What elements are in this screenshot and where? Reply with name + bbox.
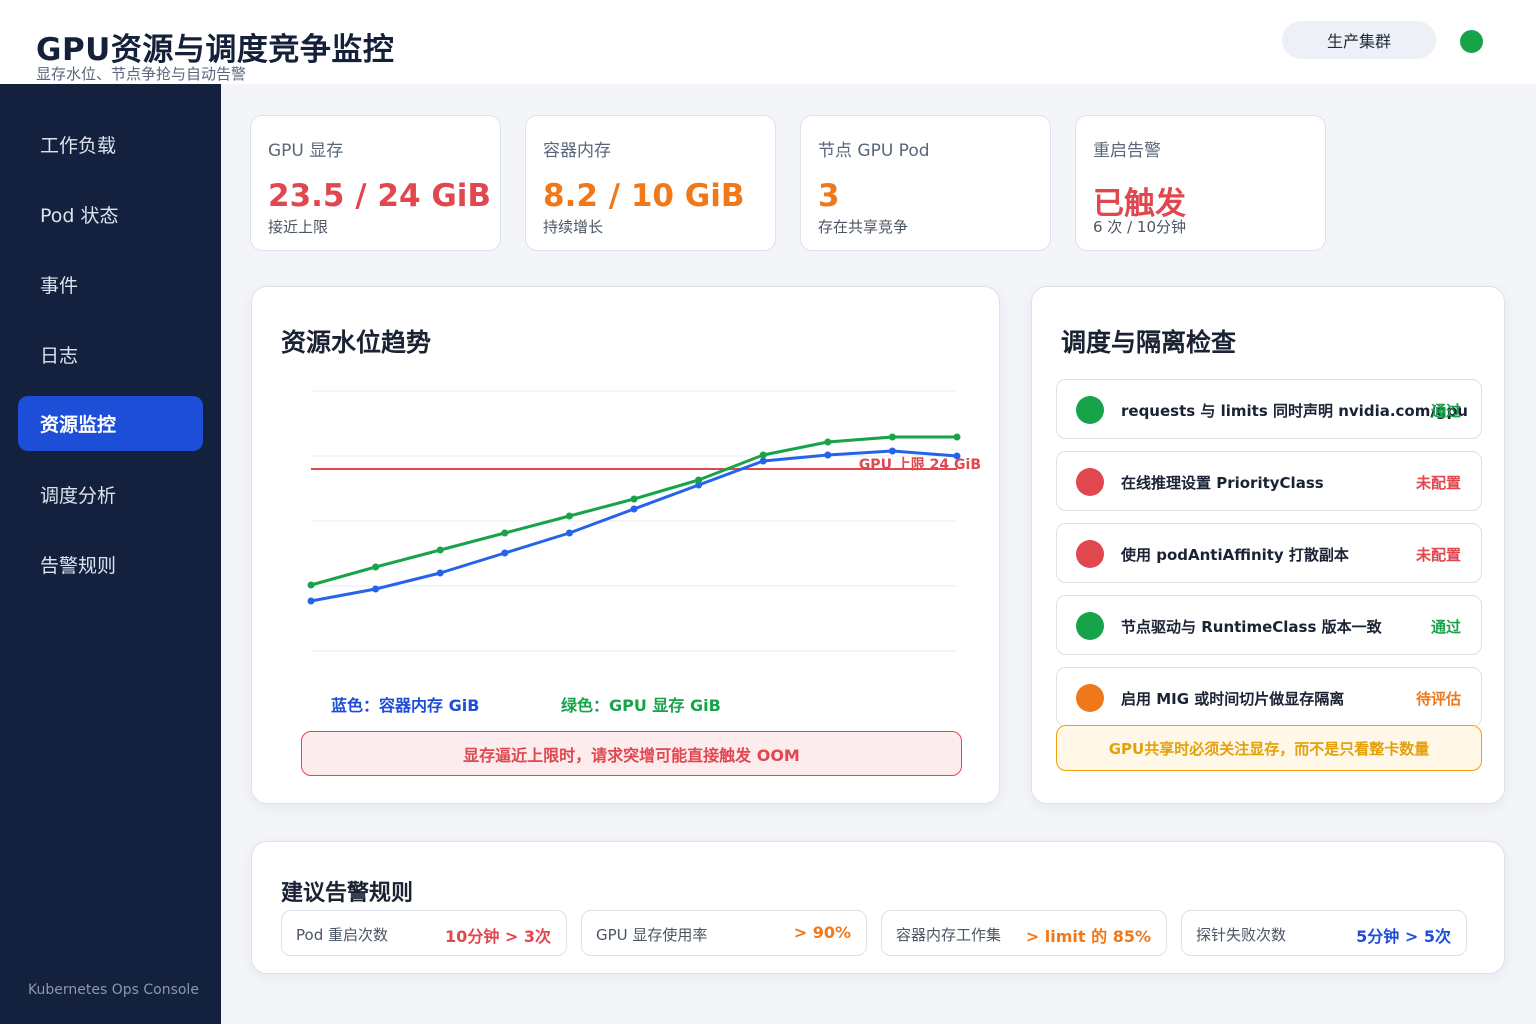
sidebar-item-logs[interactable]: 日志 [18, 327, 203, 382]
top-bar: GPU资源与调度竞争监控 显存水位、节点争抢与自动告警 生产集群 [0, 0, 1536, 84]
kpi-card-restart-alert: 重启告警 已触发 6 次 / 10分钟 [1075, 115, 1326, 251]
data-point [759, 457, 767, 465]
check-label: 在线推理设置 PriorityClass [1121, 474, 1324, 492]
threshold-label: GPU 上限 24 GiB [859, 457, 981, 473]
data-point [372, 585, 380, 593]
rule-threshold: 10分钟 > 3次 [445, 927, 551, 946]
sidebar-item-alert-rules[interactable]: 告警规则 [18, 537, 203, 592]
panel-title: 调度与隔离检查 [1061, 328, 1237, 357]
check-status: 待评估 [1415, 690, 1461, 708]
page-subtitle: 显存水位、节点争抢与自动告警 [36, 65, 247, 83]
data-point [630, 505, 638, 513]
kpi-label: 节点 GPU Pod [818, 141, 930, 161]
rule-name: 探针失败次数 [1196, 926, 1287, 944]
rule-chip-container-working-set[interactable]: 容器内存工作集 > limit 的 85% [881, 910, 1167, 956]
rule-name: Pod 重启次数 [296, 926, 388, 944]
data-point [695, 476, 703, 484]
check-status: 通过 [1430, 402, 1461, 420]
check-item[interactable]: requests 与 limits 同时声明 nvidia.com/gpu 通过 [1056, 379, 1482, 439]
data-point [824, 451, 832, 459]
kpi-note: 存在共享竞争 [818, 218, 909, 236]
legend-container-memory: 蓝色：容器内存 GiB [331, 696, 480, 715]
sidebar: 工作负载 Pod 状态 事件 日志 资源监控 调度分析 告警规则 Kuberne… [0, 84, 221, 1024]
data-point [565, 512, 573, 520]
kpi-card-gpu-memory: GPU 显存 23.5 / 24 GiB 接近上限 [250, 115, 501, 251]
rule-threshold: > limit 的 85% [1025, 927, 1151, 946]
data-point [759, 451, 767, 459]
sidebar-item-pod-status[interactable]: Pod 状态 [18, 187, 203, 242]
status-dot-icon [1076, 684, 1104, 712]
cluster-status-indicator [1460, 30, 1483, 53]
data-point [824, 438, 832, 446]
sidebar-item-workloads[interactable]: 工作负载 [18, 117, 203, 172]
cluster-selector[interactable]: 生产集群 [1282, 21, 1436, 59]
check-item[interactable]: 节点驱动与 RuntimeClass 版本一致 通过 [1056, 595, 1482, 655]
alert-rules-panel: 建议告警规则 Pod 重启次数 10分钟 > 3次 GPU 显存使用率 > 90… [251, 841, 1505, 974]
data-point [501, 549, 509, 557]
status-dot-icon [1076, 540, 1104, 568]
sidebar-item-scheduling-analysis[interactable]: 调度分析 [18, 467, 203, 522]
kpi-card-container-memory: 容器内存 8.2 / 10 GiB 持续增长 [525, 115, 776, 251]
sidebar-item-events[interactable]: 事件 [18, 257, 203, 312]
rule-name: GPU 显存使用率 [596, 926, 708, 944]
kpi-value: 23.5 / 24 GiB [268, 178, 492, 214]
check-label: requests 与 limits 同时声明 nvidia.com/gpu [1121, 402, 1468, 420]
rule-threshold: > 90% [793, 923, 851, 942]
data-point [630, 495, 638, 503]
kpi-note: 6 次 / 10分钟 [1093, 218, 1186, 236]
data-point [436, 546, 444, 554]
status-dot-icon [1076, 468, 1104, 496]
status-dot-icon [1076, 396, 1104, 424]
data-point [436, 569, 444, 577]
rule-chip-pod-restarts[interactable]: Pod 重启次数 10分钟 > 3次 [281, 910, 567, 956]
kpi-value: 3 [818, 178, 840, 214]
data-point [953, 433, 961, 441]
data-point [501, 529, 509, 537]
gpu-sharing-note: GPU共享时必须关注显存，而不是只看整卡数量 [1056, 725, 1482, 771]
data-point [888, 433, 896, 441]
resource-trend-chart: GPU 上限 24 GiB [307, 390, 981, 652]
data-point [307, 597, 315, 605]
status-dot-icon [1076, 612, 1104, 640]
scheduling-isolation-panel: 调度与隔离检查 requests 与 limits 同时声明 nvidia.co… [1031, 286, 1505, 804]
check-item[interactable]: 在线推理设置 PriorityClass 未配置 [1056, 451, 1482, 511]
data-point [888, 447, 896, 455]
kpi-note: 持续增长 [543, 218, 604, 236]
panel-title: 建议告警规则 [281, 881, 414, 906]
rule-chip-probe-failures[interactable]: 探针失败次数 5分钟 > 5次 [1181, 910, 1467, 956]
legend-gpu-memory: 绿色：GPU 显存 GiB [561, 696, 721, 715]
data-point [565, 529, 573, 537]
check-status: 未配置 [1415, 546, 1461, 564]
check-item[interactable]: 启用 MIG 或时间切片做显存隔离 待评估 [1056, 667, 1482, 727]
data-point [372, 563, 380, 571]
resource-trend-panel: 资源水位趋势 GPU 上限 24 GiB 蓝色：容器内存 GiB 绿色：GPU … [251, 286, 1000, 804]
rule-name: 容器内存工作集 [896, 926, 1002, 944]
check-item[interactable]: 使用 podAntiAffinity 打散副本 未配置 [1056, 523, 1482, 583]
rule-threshold: 5分钟 > 5次 [1356, 927, 1451, 946]
kpi-value: 8.2 / 10 GiB [543, 178, 745, 214]
check-label: 节点驱动与 RuntimeClass 版本一致 [1121, 618, 1382, 636]
check-label: 使用 podAntiAffinity 打散副本 [1121, 546, 1349, 564]
kpi-card-node-gpu-pods: 节点 GPU Pod 3 存在共享竞争 [800, 115, 1051, 251]
kpi-note: 接近上限 [268, 218, 329, 236]
check-status: 未配置 [1415, 474, 1461, 492]
check-label: 启用 MIG 或时间切片做显存隔离 [1121, 690, 1345, 708]
sidebar-footer: Kubernetes Ops Console [28, 982, 199, 998]
rule-chip-gpu-memory-usage[interactable]: GPU 显存使用率 > 90% [581, 910, 867, 956]
kpi-label: GPU 显存 [268, 141, 344, 161]
sidebar-item-resource-monitoring[interactable]: 资源监控 [18, 396, 203, 451]
series-line-0 [310, 449, 958, 603]
kpi-label: 容器内存 [543, 141, 611, 161]
oom-warning-banner: 显存逼近上限时，请求突增可能直接触发 OOM [301, 731, 962, 776]
kpi-label: 重启告警 [1093, 141, 1161, 161]
data-point [307, 581, 315, 589]
check-status: 通过 [1430, 618, 1461, 636]
